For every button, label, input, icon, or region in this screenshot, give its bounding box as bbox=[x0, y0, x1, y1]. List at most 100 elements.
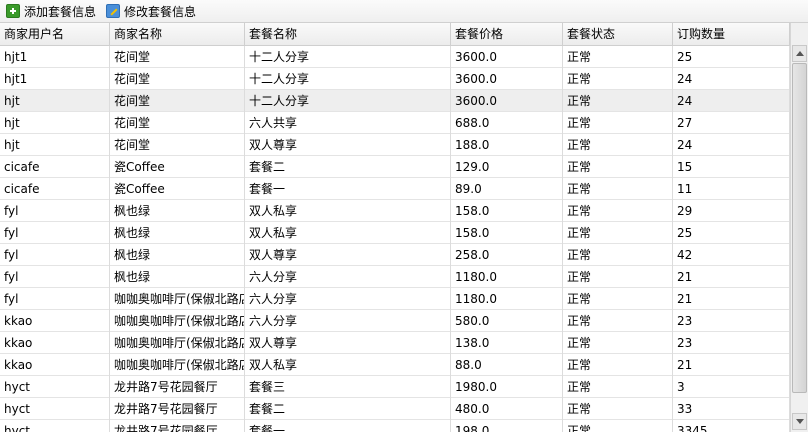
cell-order-count: 25 bbox=[673, 46, 790, 68]
column-header-merchant-username[interactable]: 商家用户名 bbox=[0, 23, 110, 45]
cell-order-count: 3345 bbox=[673, 420, 790, 432]
scroll-up-arrow-icon[interactable] bbox=[792, 45, 807, 62]
table-row[interactable]: fyl 咖咖奥咖啡厅(保俶北路店 六人分享 1180.0 正常 21 bbox=[0, 288, 790, 310]
table-row[interactable]: kkao 咖咖奥咖啡厅(保俶北路店 六人分享 580.0 正常 23 bbox=[0, 310, 790, 332]
cell-merchant-username: hyct bbox=[0, 376, 110, 398]
vertical-scrollbar[interactable] bbox=[790, 23, 808, 432]
cell-merchant-name: 花间堂 bbox=[110, 112, 245, 134]
cell-package-price: 688.0 bbox=[451, 112, 563, 134]
add-icon bbox=[6, 4, 20, 18]
cell-package-price: 138.0 bbox=[451, 332, 563, 354]
table-row[interactable]: cicafe 瓷Coffee 套餐二 129.0 正常 15 bbox=[0, 156, 790, 178]
table-row[interactable]: hyct 龙井路7号花园餐厅 套餐三 1980.0 正常 3 bbox=[0, 376, 790, 398]
package-grid: 商家用户名 商家名称 套餐名称 套餐价格 套餐状态 订购数量 hjt1 花间堂 十二… bbox=[0, 23, 790, 432]
table-row[interactable]: fyl 枫也绿 双人私享 158.0 正常 25 bbox=[0, 222, 790, 244]
cell-package-status: 正常 bbox=[563, 178, 673, 200]
cell-order-count: 24 bbox=[673, 90, 790, 112]
table-row[interactable]: cicafe 瓷Coffee 套餐一 89.0 正常 11 bbox=[0, 178, 790, 200]
cell-package-status: 正常 bbox=[563, 200, 673, 222]
cell-package-name: 十二人分享 bbox=[245, 90, 451, 112]
cell-package-price: 480.0 bbox=[451, 398, 563, 420]
cell-package-price: 1180.0 bbox=[451, 288, 563, 310]
cell-order-count: 21 bbox=[673, 288, 790, 310]
cell-merchant-name: 花间堂 bbox=[110, 46, 245, 68]
cell-package-name: 套餐一 bbox=[245, 420, 451, 432]
column-header-package-name[interactable]: 套餐名称 bbox=[245, 23, 451, 45]
table-row[interactable]: hjt1 花间堂 十二人分享 3600.0 正常 24 bbox=[0, 68, 790, 90]
cell-package-name: 套餐二 bbox=[245, 398, 451, 420]
cell-merchant-name: 花间堂 bbox=[110, 90, 245, 112]
column-header-order-count[interactable]: 订购数量 bbox=[673, 23, 790, 45]
edit-icon bbox=[106, 4, 121, 18]
edit-package-button[interactable]: 修改套餐信息 bbox=[102, 1, 200, 21]
cell-merchant-username: cicafe bbox=[0, 156, 110, 178]
cell-merchant-username: kkao bbox=[0, 332, 110, 354]
add-package-button[interactable]: 添加套餐信息 bbox=[2, 1, 100, 21]
cell-package-name: 十二人分享 bbox=[245, 68, 451, 90]
cell-merchant-name: 花间堂 bbox=[110, 134, 245, 156]
cell-merchant-username: hjt1 bbox=[0, 46, 110, 68]
table-row[interactable]: kkao 咖咖奥咖啡厅(保俶北路店 双人私享 88.0 正常 21 bbox=[0, 354, 790, 376]
cell-package-status: 正常 bbox=[563, 288, 673, 310]
cell-package-name: 双人私享 bbox=[245, 200, 451, 222]
cell-package-status: 正常 bbox=[563, 420, 673, 432]
cell-merchant-name: 枫也绿 bbox=[110, 200, 245, 222]
cell-package-name: 套餐一 bbox=[245, 178, 451, 200]
cell-merchant-name: 咖咖奥咖啡厅(保俶北路店 bbox=[110, 354, 245, 376]
cell-merchant-username: hjt1 bbox=[0, 68, 110, 90]
cell-package-price: 3600.0 bbox=[451, 68, 563, 90]
cell-package-status: 正常 bbox=[563, 266, 673, 288]
cell-package-status: 正常 bbox=[563, 90, 673, 112]
cell-merchant-name: 龙井路7号花园餐厅 bbox=[110, 420, 245, 432]
column-header-package-status[interactable]: 套餐状态 bbox=[563, 23, 673, 45]
table-row[interactable]: hyct 龙井路7号花园餐厅 套餐二 480.0 正常 33 bbox=[0, 398, 790, 420]
cell-package-price: 88.0 bbox=[451, 354, 563, 376]
table-row[interactable]: hjt1 花间堂 十二人分享 3600.0 正常 25 bbox=[0, 46, 790, 68]
table-row[interactable]: hyct 龙井路7号花园餐厅 套餐一 198.0 正常 3345 bbox=[0, 420, 790, 432]
cell-order-count: 29 bbox=[673, 200, 790, 222]
cell-package-price: 3600.0 bbox=[451, 46, 563, 68]
cell-package-name: 套餐三 bbox=[245, 376, 451, 398]
scrollbar-thumb[interactable] bbox=[792, 63, 807, 393]
cell-order-count: 21 bbox=[673, 266, 790, 288]
cell-merchant-name: 龙井路7号花园餐厅 bbox=[110, 398, 245, 420]
column-header-merchant-name[interactable]: 商家名称 bbox=[110, 23, 245, 45]
cell-merchant-username: hjt bbox=[0, 112, 110, 134]
cell-order-count: 21 bbox=[673, 354, 790, 376]
cell-merchant-name: 龙井路7号花园餐厅 bbox=[110, 376, 245, 398]
cell-package-name: 六人共享 bbox=[245, 112, 451, 134]
cell-package-price: 188.0 bbox=[451, 134, 563, 156]
table-row[interactable]: kkao 咖咖奥咖啡厅(保俶北路店 双人尊享 138.0 正常 23 bbox=[0, 332, 790, 354]
cell-order-count: 25 bbox=[673, 222, 790, 244]
table-row[interactable]: hjt 花间堂 双人尊享 188.0 正常 24 bbox=[0, 134, 790, 156]
table-row[interactable]: fyl 枫也绿 双人尊享 258.0 正常 42 bbox=[0, 244, 790, 266]
cell-package-name: 双人尊享 bbox=[245, 244, 451, 266]
cell-order-count: 23 bbox=[673, 310, 790, 332]
cell-merchant-name: 花间堂 bbox=[110, 68, 245, 90]
cell-order-count: 23 bbox=[673, 332, 790, 354]
scroll-down-arrow-icon[interactable] bbox=[792, 413, 807, 430]
table-row[interactable]: hjt 花间堂 十二人分享 3600.0 正常 24 bbox=[0, 90, 790, 112]
cell-package-status: 正常 bbox=[563, 134, 673, 156]
cell-package-status: 正常 bbox=[563, 354, 673, 376]
grid-header: 商家用户名 商家名称 套餐名称 套餐价格 套餐状态 订购数量 bbox=[0, 23, 790, 46]
cell-merchant-name: 咖咖奥咖啡厅(保俶北路店 bbox=[110, 310, 245, 332]
cell-package-price: 89.0 bbox=[451, 178, 563, 200]
table-row[interactable]: fyl 枫也绿 六人分享 1180.0 正常 21 bbox=[0, 266, 790, 288]
cell-merchant-name: 枫也绿 bbox=[110, 244, 245, 266]
cell-package-price: 198.0 bbox=[451, 420, 563, 432]
cell-merchant-username: hyct bbox=[0, 420, 110, 432]
cell-package-name: 双人私享 bbox=[245, 354, 451, 376]
cell-package-price: 158.0 bbox=[451, 200, 563, 222]
cell-package-price: 1980.0 bbox=[451, 376, 563, 398]
cell-merchant-name: 咖咖奥咖啡厅(保俶北路店 bbox=[110, 332, 245, 354]
cell-merchant-username: fyl bbox=[0, 222, 110, 244]
cell-merchant-name: 枫也绿 bbox=[110, 266, 245, 288]
cell-package-status: 正常 bbox=[563, 244, 673, 266]
cell-package-price: 1180.0 bbox=[451, 266, 563, 288]
table-row[interactable]: hjt 花间堂 六人共享 688.0 正常 27 bbox=[0, 112, 790, 134]
column-header-package-price[interactable]: 套餐价格 bbox=[451, 23, 563, 45]
cell-merchant-username: hjt bbox=[0, 90, 110, 112]
cell-merchant-name: 瓷Coffee bbox=[110, 156, 245, 178]
table-row[interactable]: fyl 枫也绿 双人私享 158.0 正常 29 bbox=[0, 200, 790, 222]
